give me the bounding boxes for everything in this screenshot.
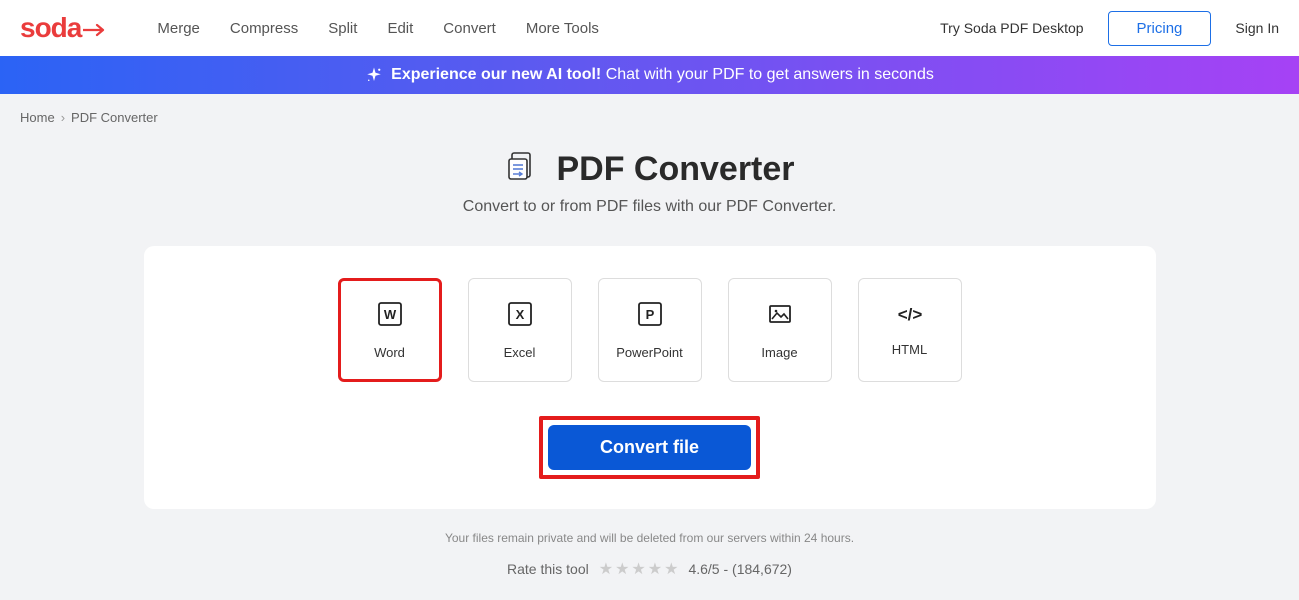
banner-text: Experience our new AI tool! Chat with yo… [391,66,934,84]
page-subtitle: Convert to or from PDF files with our PD… [0,198,1299,216]
option-label: PowerPoint [616,345,682,360]
chevron-right-icon: › [61,110,65,125]
svg-text:W: W [383,307,396,322]
option-label: Image [761,345,797,360]
converter-panel: W Word X Excel P PowerPoint Image [144,246,1156,509]
logo-text: soda [20,12,81,44]
page-title-row: PDF Converter [0,149,1299,190]
sparkle-icon [365,66,383,84]
star-icon[interactable]: ★ [664,559,678,579]
ai-banner[interactable]: Experience our new AI tool! Chat with yo… [0,56,1299,94]
excel-icon: X [506,300,534,333]
option-powerpoint[interactable]: P PowerPoint [598,278,702,382]
svg-text:X: X [515,307,524,322]
star-icon[interactable]: ★ [648,559,662,579]
option-excel[interactable]: X Excel [468,278,572,382]
nav-split[interactable]: Split [328,20,357,37]
option-image[interactable]: Image [728,278,832,382]
image-icon [766,300,794,333]
powerpoint-icon: P [636,300,664,333]
pricing-button[interactable]: Pricing [1108,11,1212,46]
arrow-right-icon [83,12,107,44]
nav: Merge Compress Split Edit Convert More T… [157,20,599,37]
convert-button[interactable]: Convert file [548,425,751,470]
breadcrumb: Home › PDF Converter [0,94,1299,141]
try-desktop-link[interactable]: Try Soda PDF Desktop [940,20,1083,36]
rating-score: 4.6/5 - (184,672) [688,561,792,577]
rating-row: Rate this tool ★ ★ ★ ★ ★ 4.6/5 - (184,67… [0,559,1299,579]
privacy-note: Your files remain private and will be de… [0,531,1299,545]
option-label: Excel [504,345,536,360]
pdf-converter-icon [504,149,540,190]
convert-highlight: Convert file [539,416,760,479]
logo[interactable]: soda [20,12,107,44]
breadcrumb-home[interactable]: Home [20,110,55,125]
nav-merge[interactable]: Merge [157,20,200,37]
page-title: PDF Converter [556,150,794,189]
convert-wrap: Convert file [164,416,1136,479]
header: soda Merge Compress Split Edit Convert M… [0,0,1299,56]
nav-compress[interactable]: Compress [230,20,298,37]
nav-edit[interactable]: Edit [387,20,413,37]
header-right: Try Soda PDF Desktop Pricing Sign In [940,11,1279,46]
html-icon: </> [893,303,927,330]
format-options: W Word X Excel P PowerPoint Image [164,278,1136,382]
svg-text:P: P [645,307,654,322]
word-icon: W [376,300,404,333]
rating-stars[interactable]: ★ ★ ★ ★ ★ [599,559,679,579]
star-icon[interactable]: ★ [615,559,629,579]
signin-link[interactable]: Sign In [1235,20,1279,36]
nav-convert[interactable]: Convert [443,20,496,37]
nav-more-tools[interactable]: More Tools [526,20,599,37]
option-html[interactable]: </> HTML [858,278,962,382]
breadcrumb-current: PDF Converter [71,110,158,125]
rate-label: Rate this tool [507,561,589,577]
star-icon[interactable]: ★ [599,559,613,579]
star-icon[interactable]: ★ [631,559,645,579]
option-word[interactable]: W Word [338,278,442,382]
svg-text:</>: </> [897,305,922,324]
option-label: Word [374,345,405,360]
option-label: HTML [892,342,927,357]
